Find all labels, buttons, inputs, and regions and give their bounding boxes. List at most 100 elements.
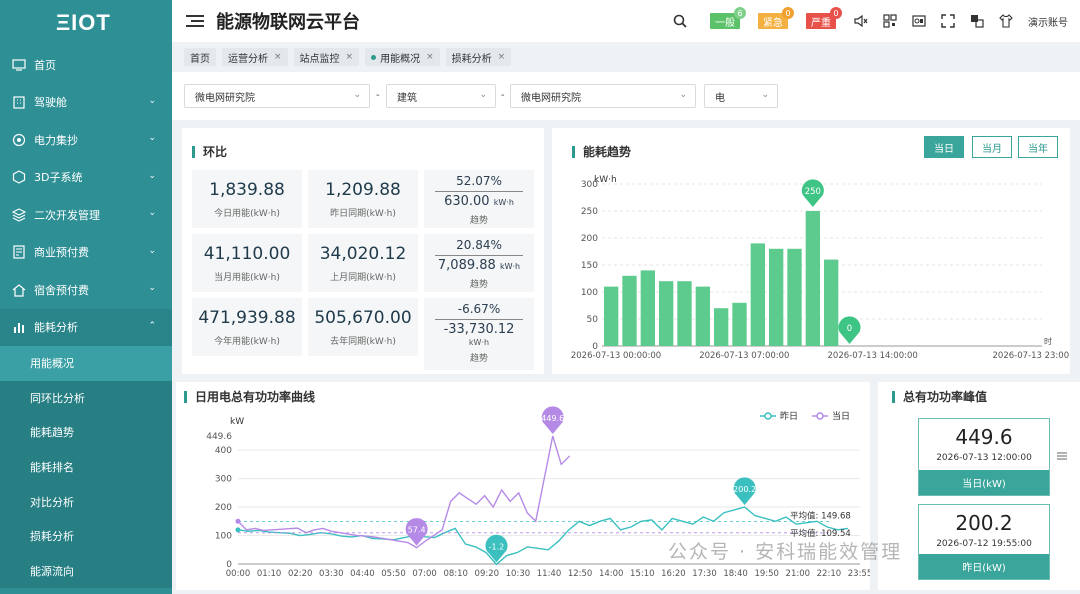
tab-3[interactable]: 用能概况 × [365,48,440,66]
adjust-icon[interactable] [1056,450,1068,462]
stat-value: 41,110.00 [203,244,291,264]
site-select-2[interactable]: 微电网研究院 ⌄ [510,84,696,108]
chevron-down-icon: ⌄ [479,90,487,100]
alarm-badge-1[interactable]: 紧急 0 [758,7,794,29]
x-tick-label: 10:30 [506,569,531,579]
screen-icon[interactable] [912,14,926,28]
x-tick-label: 02:20 [288,569,313,579]
x-tick-label: 09:20 [475,569,500,579]
sidebar-item-5[interactable]: 商业预付费 ⌄ [0,234,172,272]
y-tick-label: 200 [581,234,598,244]
sidebar-item-4[interactable]: 二次开发管理 ⌄ [0,196,172,234]
bar [640,270,655,346]
chevron-icon: ⌄ [148,95,156,106]
type-select[interactable]: 建筑 ⌄ [386,84,496,108]
stat-card: 1,209.88 昨日同期(kW·h) [308,170,418,228]
x-tick-label: 08:10 [443,569,468,579]
sidebar-item-label: 3D子系统 [34,171,83,185]
sub-nav-item-5[interactable]: 损耗分析 [0,518,172,554]
filter-separator: - [501,90,505,101]
trend-percent: -6.67% [457,302,501,316]
x-tick-label: 01:10 [257,569,282,579]
sidebar-item-1[interactable]: 驾驶舱 ⌄ [0,84,172,122]
close-icon[interactable]: × [498,52,506,62]
legend-label: 昨日 [780,410,798,422]
min-marker-label: 0 [847,324,852,334]
sidebar-item-2[interactable]: 电力集抄 ⌄ [0,121,172,159]
x-tick-label: 15:10 [630,569,655,579]
x-tick-label: 17:30 [692,569,717,579]
alarm-badge-0[interactable]: 一般 6 [710,7,746,29]
series-start-dot [235,518,241,524]
alarm-badge-label: 一般 [715,17,735,29]
tab-label: 损耗分析 [451,53,492,65]
sub-nav-item-6[interactable]: 能源流向 [0,553,172,589]
sub-nav-item-2[interactable]: 能耗趋势 [0,415,172,450]
x-tick-label: 2026-07-13 07:00:00 [699,351,789,361]
bar [622,275,637,346]
site-select-1-value: 微电网研究院 [195,92,255,104]
stat-label: 上月同期(kW·h) [330,273,396,283]
peak-today-label: 当日(kW) [919,470,1049,495]
series-start-dot [235,527,241,533]
watermark: 公众号 · 安科瑞能效管理 [668,541,903,563]
sidebar-item-label: 商业预付费 [34,246,89,260]
sub-nav-item-3[interactable]: 能耗排名 [0,449,172,485]
tab-2[interactable]: 站点监控 × [293,48,360,66]
y-tick-label: 300 [581,180,598,190]
x-tick-label: 18:40 [723,569,748,579]
site-select-1[interactable]: 微电网研究院 ⌄ [184,84,370,108]
sidebar-item-label: 能耗分析 [34,321,78,335]
sidebar-item-7[interactable]: 能耗分析 ⌃ [0,308,172,346]
energy-select[interactable]: 电 ⌄ [704,84,778,108]
site-select-2-value: 微电网研究院 [521,92,581,104]
sub-nav-item-1[interactable]: 同环比分析 [0,380,172,416]
close-icon[interactable]: × [426,52,434,62]
theme-shirt-icon[interactable] [999,14,1013,28]
alarm-count: 0 [830,7,842,19]
bar [659,281,674,346]
huanbi-panel: 环比 1,839.88 今日用能(kW·h) 1,209.88 昨日同期(kW·h) 4… [182,128,544,374]
menu-toggle-icon[interactable] [186,14,204,28]
sidebar-item-3[interactable]: 3D子系统 ⌄ [0,159,172,197]
alarm-count: 6 [734,7,746,19]
trend-diff-value: 630.00 [444,194,490,209]
y-tick-label: 150 [581,261,598,271]
legend-dot [764,412,772,420]
peak-today-time: 2026-07-13 12:00:00 [936,453,1032,463]
meter-icon [12,133,26,147]
huanbi-title: 环比 [192,143,227,160]
close-icon[interactable]: × [346,52,354,62]
close-icon[interactable]: × [274,52,282,62]
filter-separator: - [376,90,380,101]
x-tick-label: 14:00 [599,569,624,579]
tab-4[interactable]: 损耗分析 × [445,48,512,66]
x-tick-label: 16:20 [661,569,686,579]
tab-1[interactable]: 运营分析 × [222,48,288,66]
language-icon[interactable] [970,14,984,28]
sub-nav-item-4[interactable]: 对比分析 [0,484,172,519]
peak-panel: 总有功功率峰值 449.6 2026-07-13 12:00:00 当日(kW)… [878,382,1080,590]
mute-icon[interactable] [854,14,868,28]
bar [787,248,802,346]
sidebar-item-0[interactable]: 首页 [0,46,172,84]
fullscreen-icon[interactable] [941,14,955,28]
stat-card: 34,020.12 上月同期(kW·h) [308,234,418,292]
user-account[interactable]: 演示账号 [1028,14,1068,29]
chevron-icon: ⌄ [148,283,156,293]
sidebar-item-6[interactable]: 宿舍预付费 ⌄ [0,271,172,309]
divider [435,191,523,192]
trend-diff: 7,089.88 kW·h [424,258,534,273]
tab-0[interactable]: 首页 [184,48,216,66]
y-axis-label: kW [230,417,244,427]
search-icon[interactable] [673,14,687,28]
home-icon [12,283,26,297]
qrcode-icon[interactable] [883,14,897,28]
sub-nav-item-0[interactable]: 用能概况 [0,346,172,381]
alarm-badge-2[interactable]: 严重 0 [806,7,842,29]
trend-label: 趋势 [469,354,488,364]
stat-value: 34,020.12 [319,244,407,264]
y-tick-label: 200 [215,503,232,513]
alarm-badges: 一般 6 紧急 0 严重 0 [710,7,854,29]
sidebar-item-label: 宿舍预付费 [34,283,89,297]
